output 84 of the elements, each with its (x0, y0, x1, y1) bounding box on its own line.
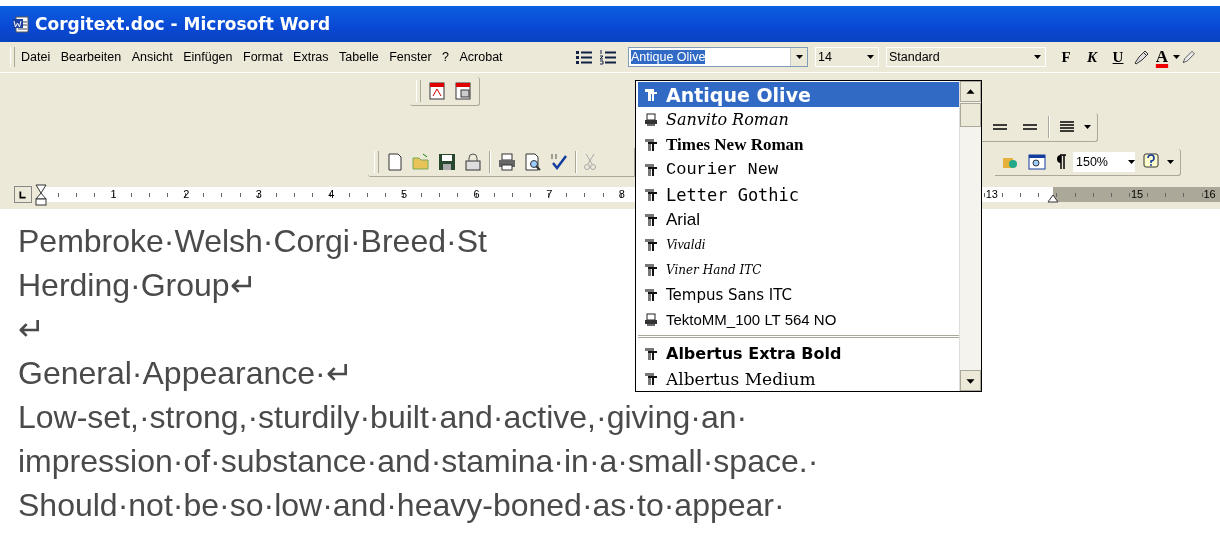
word-document-icon[interactable] (12, 15, 29, 33)
truetype-font-icon (644, 212, 658, 227)
truetype-font-icon (644, 287, 658, 302)
dropdown-arrow-icon (1084, 124, 1091, 129)
printer-font-icon (644, 312, 658, 327)
dropdown-arrow-icon (1033, 55, 1041, 59)
truetype-font-icon (644, 137, 658, 152)
document-text-line: Pembroke·Welsh·Corgi·Breed·St (18, 223, 487, 259)
document-text-line: Low-set,·strong,·sturdily·built·and·active,·giving·an· (18, 399, 748, 435)
style-field[interactable]: Standard (886, 47, 1046, 67)
document-map-icon[interactable] (1027, 151, 1047, 172)
ruler-number: 7 (546, 188, 553, 200)
truetype-font-icon (644, 187, 658, 202)
menu-item[interactable]: Bearbeiten (60, 48, 122, 66)
dropdown-arrow-icon (795, 55, 803, 59)
menu-item[interactable]: Ansicht (131, 48, 173, 66)
font-option[interactable]: Courier New (638, 157, 959, 182)
print-icon[interactable] (497, 151, 517, 172)
pdf-icon[interactable] (427, 81, 447, 101)
zoom-field[interactable]: 150% (1073, 151, 1135, 172)
menu-item[interactable]: Format (243, 48, 283, 66)
dropdown-arrow-icon (1167, 159, 1174, 164)
menu-item[interactable]: Einfügen (183, 48, 233, 66)
permission-icon[interactable] (463, 151, 483, 172)
font-option[interactable]: Albertus Extra Bold (638, 341, 959, 366)
document-text-line: ↵ (18, 311, 45, 347)
menu-item[interactable]: Extras (293, 48, 329, 66)
font-size-field[interactable]: 14 (815, 47, 879, 67)
tab-stop-icon[interactable] (14, 186, 32, 203)
italic-button[interactable]: K (1079, 48, 1105, 66)
truetype-font-icon (644, 87, 658, 102)
font-option[interactable]: Viner Hand ITC (638, 257, 959, 282)
document-text-line: impression·of·substance·and·stamina·in·a·small·space.· (18, 443, 819, 479)
print-preview-icon[interactable] (523, 151, 543, 172)
ruler-number: 2 (183, 188, 190, 200)
menu-item[interactable]: Datei (21, 48, 51, 66)
ruler-number: 6 (473, 188, 480, 200)
truetype-font-icon (644, 346, 658, 361)
window-title: Corgitext.doc - Microsoft Word (35, 14, 331, 34)
font-option[interactable]: Tempus Sans ITC (638, 282, 959, 307)
truetype-font-icon (644, 262, 658, 277)
scroll-down-icon[interactable] (960, 370, 981, 391)
dropdown-arrow-icon (866, 55, 874, 59)
ruler-number: 4 (328, 188, 335, 200)
underline-button[interactable]: U (1105, 48, 1131, 66)
font-option[interactable]: Antique Olive (638, 82, 959, 107)
document-text-line: General·Appearance·↵ (18, 355, 353, 391)
right-indent-marker-icon[interactable] (1047, 194, 1059, 203)
ruler-number: 15 (1130, 188, 1144, 200)
font-option[interactable]: Albertus Medium (638, 366, 959, 391)
menu-item[interactable]: Tabelle (339, 48, 379, 66)
menu-item[interactable]: ? (442, 48, 449, 66)
ruler-number: 5 (400, 188, 408, 200)
document-text-line: Herding·Group↵ (18, 267, 257, 303)
ruler-number: 13 (985, 188, 998, 200)
font-option[interactable]: Letter Gothic (638, 182, 959, 207)
font-option[interactable]: Arial (638, 207, 959, 232)
font-name-field[interactable]: Antique Olive (628, 47, 808, 67)
dropdown-arrow-icon (1173, 55, 1180, 59)
scroll-up-icon[interactable] (960, 81, 981, 102)
spelling-check-icon[interactable] (549, 151, 569, 172)
font-option[interactable]: Vivaldi (638, 232, 959, 257)
truetype-font-icon (644, 371, 658, 386)
scrollbar-thumb[interactable] (960, 103, 981, 127)
menu-item[interactable]: Fenster (389, 48, 432, 66)
font-color-button[interactable]: A (1151, 47, 1173, 67)
ruler-number: 8 (618, 188, 625, 200)
ruler-number: 16 (1203, 188, 1216, 200)
document-text-line: Should·not·be·so·low·and·heavy-boned·as·to·appear· (18, 487, 785, 523)
new-document-icon[interactable] (385, 151, 405, 172)
ruler-number: 3 (255, 188, 262, 200)
numbered-list-icon[interactable] (598, 47, 618, 67)
printer-font-icon (644, 112, 658, 127)
pdf-comment-icon[interactable] (453, 81, 473, 101)
indent-marker-icon[interactable] (35, 184, 47, 206)
truetype-font-icon (644, 162, 658, 177)
bold-button[interactable]: F (1053, 48, 1079, 66)
dropdown-arrow-icon (1128, 159, 1135, 164)
menu-item[interactable]: Acrobat (459, 48, 503, 66)
font-option[interactable]: Times New Roman (638, 132, 959, 157)
ruler-number: 1 (110, 188, 117, 200)
font-option[interactable]: Sanvito Roman (638, 107, 959, 132)
font-option[interactable]: TektoMM_100 LT 564 NO (638, 307, 959, 332)
truetype-font-icon (644, 237, 658, 252)
